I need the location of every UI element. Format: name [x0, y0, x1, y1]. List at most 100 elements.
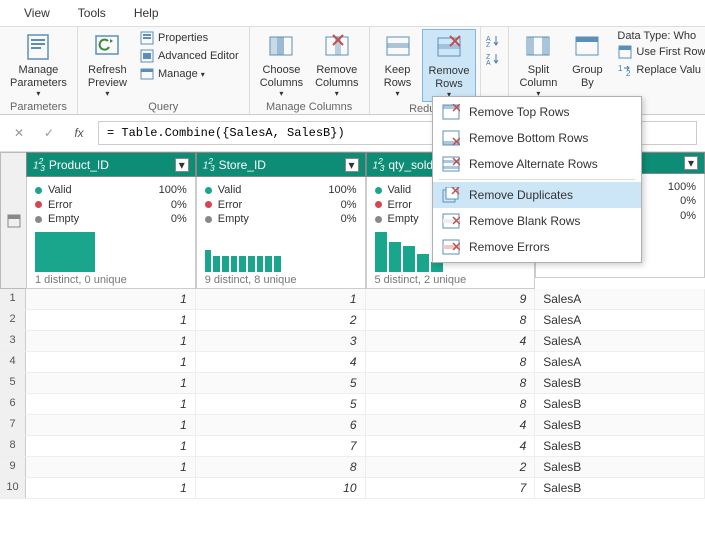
cell-product[interactable]: 1: [26, 289, 196, 309]
cell-product[interactable]: 1: [26, 415, 196, 435]
remove-bottom-rows-item[interactable]: Remove Bottom Rows: [433, 125, 641, 151]
table-row[interactable]: 8 1 7 4 SalesB: [0, 436, 705, 457]
cell-qty[interactable]: 2: [366, 457, 536, 477]
group-by-button[interactable]: Group By: [563, 29, 611, 91]
cell-store[interactable]: 8: [196, 457, 366, 477]
cell-product[interactable]: 1: [26, 394, 196, 414]
cell-product[interactable]: 1: [26, 310, 196, 330]
replace-values-button[interactable]: 12 Replace Valu: [615, 61, 703, 79]
remove-errors-item[interactable]: Remove Errors: [433, 234, 641, 260]
cell-qty[interactable]: 4: [366, 436, 536, 456]
keep-rows-button[interactable]: Keep Rows▾: [374, 29, 422, 100]
column-profile: Valid100% Error0% Empty0% 9 distinct, 8 …: [196, 177, 366, 289]
cell-store[interactable]: 2: [196, 310, 366, 330]
number-type-icon: 123: [203, 156, 215, 173]
column-filter-button[interactable]: ▾: [684, 156, 698, 170]
cell-qty[interactable]: 8: [366, 310, 536, 330]
cell-type[interactable]: SalesB: [535, 394, 705, 414]
cell-store[interactable]: 5: [196, 394, 366, 414]
remove-rows-button[interactable]: Remove Rows▾: [422, 29, 477, 102]
menu-help[interactable]: Help: [120, 4, 173, 22]
cell-qty[interactable]: 8: [366, 352, 536, 372]
histogram-info: 9 distinct, 8 unique: [205, 274, 357, 286]
table-corner-icon[interactable]: [0, 152, 26, 289]
cell-product[interactable]: 1: [26, 373, 196, 393]
row-header[interactable]: 2: [0, 310, 26, 330]
cell-product[interactable]: 1: [26, 436, 196, 456]
row-header[interactable]: 6: [0, 394, 26, 414]
data-type-button[interactable]: Data Type: Who: [615, 29, 698, 43]
column-filter-button[interactable]: ▾: [175, 158, 189, 172]
sort-asc-button[interactable]: AZ: [485, 33, 501, 49]
cell-product[interactable]: 1: [26, 331, 196, 351]
table-row[interactable]: 2 1 2 8 SalesA: [0, 310, 705, 331]
table-row[interactable]: 7 1 6 4 SalesB: [0, 415, 705, 436]
cell-qty[interactable]: 8: [366, 373, 536, 393]
remove-top-rows-item[interactable]: Remove Top Rows: [433, 99, 641, 125]
cell-qty[interactable]: 4: [366, 331, 536, 351]
cell-type[interactable]: SalesB: [535, 415, 705, 435]
properties-button[interactable]: Properties: [137, 29, 210, 47]
remove-blank-rows-item[interactable]: Remove Blank Rows: [433, 208, 641, 234]
cell-type[interactable]: SalesA: [535, 310, 705, 330]
cell-type[interactable]: SalesA: [535, 331, 705, 351]
cell-qty[interactable]: 8: [366, 394, 536, 414]
manage-parameters-button[interactable]: Manage Parameters▾: [4, 29, 73, 100]
group-by-label: Group By: [572, 64, 603, 89]
remove-alternate-rows-item[interactable]: Remove Alternate Rows: [433, 151, 641, 177]
svg-text:1: 1: [618, 64, 623, 73]
column-header[interactable]: 123 Store_ID ▾: [196, 152, 366, 177]
cell-store[interactable]: 5: [196, 373, 366, 393]
cell-product[interactable]: 1: [26, 457, 196, 477]
use-first-row-button[interactable]: Use First Row: [615, 43, 705, 61]
remove-duplicates-item[interactable]: Remove Duplicates: [433, 182, 641, 208]
advanced-editor-button[interactable]: Advanced Editor: [137, 47, 241, 65]
cell-type[interactable]: SalesB: [535, 478, 705, 498]
cell-type[interactable]: SalesB: [535, 373, 705, 393]
row-header[interactable]: 9: [0, 457, 26, 477]
manage-button[interactable]: Manage ▾: [137, 65, 207, 83]
row-header[interactable]: 7: [0, 415, 26, 435]
cell-store[interactable]: 1: [196, 289, 366, 309]
cell-store[interactable]: 7: [196, 436, 366, 456]
table-row[interactable]: 6 1 5 8 SalesB: [0, 394, 705, 415]
cell-product[interactable]: 1: [26, 478, 196, 498]
row-header[interactable]: 8: [0, 436, 26, 456]
replace-icon: 12: [617, 62, 633, 78]
cell-type[interactable]: SalesA: [535, 289, 705, 309]
cell-qty[interactable]: 7: [366, 478, 536, 498]
cancel-formula-button[interactable]: ✕: [8, 122, 30, 144]
table-row[interactable]: 1 1 1 9 SalesA: [0, 289, 705, 310]
row-header[interactable]: 4: [0, 352, 26, 372]
table-row[interactable]: 5 1 5 8 SalesB: [0, 373, 705, 394]
cell-store[interactable]: 6: [196, 415, 366, 435]
row-header[interactable]: 5: [0, 373, 26, 393]
row-header[interactable]: 10: [0, 478, 26, 498]
menu-tools[interactable]: Tools: [64, 4, 120, 22]
group-manage-columns: Choose Columns▾ Remove Columns▾ Manage C…: [250, 27, 370, 114]
table-row[interactable]: 9 1 8 2 SalesB: [0, 457, 705, 478]
cell-type[interactable]: SalesB: [535, 436, 705, 456]
column-header[interactable]: 123 Product_ID ▾: [26, 152, 196, 177]
table-row[interactable]: 10 1 10 7 SalesB: [0, 478, 705, 499]
table-row[interactable]: 3 1 3 4 SalesA: [0, 331, 705, 352]
cell-type[interactable]: SalesB: [535, 457, 705, 477]
sort-desc-button[interactable]: ZA: [485, 51, 501, 67]
cell-qty[interactable]: 9: [366, 289, 536, 309]
remove-columns-button[interactable]: Remove Columns▾: [309, 29, 364, 100]
choose-columns-button[interactable]: Choose Columns▾: [254, 29, 309, 100]
confirm-formula-button[interactable]: ✓: [38, 122, 60, 144]
refresh-preview-button[interactable]: Refresh Preview▾: [82, 29, 133, 100]
cell-store[interactable]: 4: [196, 352, 366, 372]
row-header[interactable]: 1: [0, 289, 26, 309]
cell-product[interactable]: 1: [26, 352, 196, 372]
cell-store[interactable]: 10: [196, 478, 366, 498]
row-header[interactable]: 3: [0, 331, 26, 351]
table-row[interactable]: 4 1 4 8 SalesA: [0, 352, 705, 373]
cell-store[interactable]: 3: [196, 331, 366, 351]
column-filter-button[interactable]: ▾: [345, 158, 359, 172]
cell-qty[interactable]: 4: [366, 415, 536, 435]
split-column-button[interactable]: Split Column▾: [513, 29, 563, 100]
menu-view[interactable]: View: [10, 4, 64, 22]
cell-type[interactable]: SalesA: [535, 352, 705, 372]
